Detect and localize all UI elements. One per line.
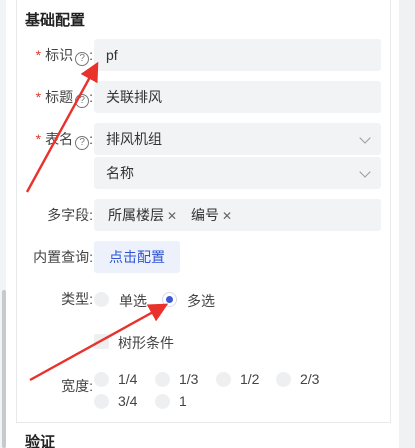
arrow-line-to-identifier xyxy=(25,61,99,193)
arrow-line-to-multiselect xyxy=(29,303,169,382)
annotation-arrows xyxy=(25,61,169,382)
